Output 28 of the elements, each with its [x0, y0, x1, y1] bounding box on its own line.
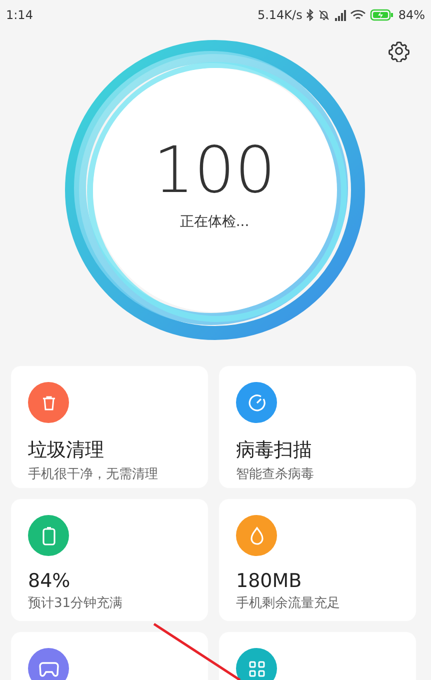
score-caption: 正在体检...: [180, 213, 250, 231]
feature-card[interactable]: 垃圾清理 手机很干净，无需清理: [11, 366, 208, 488]
drop-icon: [248, 526, 264, 546]
card-subtitle: 手机很干净，无需清理: [28, 466, 158, 483]
card-subtitle: 手机剩余流量充足: [236, 595, 340, 612]
battery-icon: [370, 9, 394, 21]
wifi-icon: [350, 9, 366, 21]
status-time: 1:14: [6, 8, 33, 22]
gauge-icon: [246, 392, 266, 412]
apps-grid-icon: [248, 660, 266, 678]
card-subtitle: 预计31分钟充满: [28, 595, 123, 612]
feature-card[interactable]: 病毒扫描 智能查杀病毒: [219, 366, 416, 488]
battery-percent: 84%: [398, 8, 425, 22]
muted-bell-icon: [318, 9, 330, 21]
settings-button[interactable]: [388, 40, 410, 62]
card-title: 180MB: [236, 570, 302, 592]
signal-icon: [334, 10, 346, 20]
feature-card[interactable]: 180MB 手机剩余流量充足: [219, 499, 416, 621]
card-title: 垃圾清理: [28, 438, 104, 463]
network-speed: 5.14K/s: [257, 8, 302, 22]
feature-card[interactable]: 84% 预计31分钟充满: [11, 499, 208, 621]
battery-icon: [42, 526, 56, 546]
bluetooth-icon: [306, 9, 314, 21]
score-value: 100: [153, 139, 276, 203]
card-subtitle: 智能查杀病毒: [236, 466, 314, 483]
card-title: 病毒扫描: [236, 438, 312, 463]
gamepad-icon: [38, 660, 60, 678]
card-title: 84%: [28, 570, 70, 592]
